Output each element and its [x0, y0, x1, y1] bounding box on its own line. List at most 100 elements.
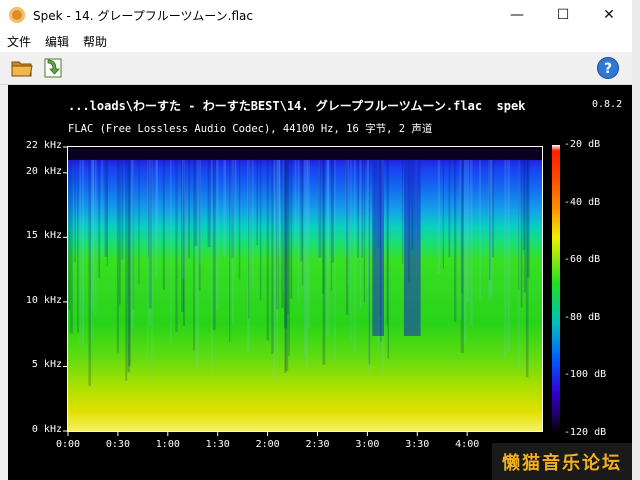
spectrogram-image	[68, 147, 542, 431]
file-path-text: ...loads\わーすた - わーすたBEST\14. グレープフルーツムーン…	[68, 99, 483, 113]
time-tick-label: 1:00	[155, 439, 180, 450]
spectrogram-streak	[155, 159, 158, 279]
svg-text:?: ?	[604, 61, 612, 77]
spectrogram-streak	[401, 159, 403, 264]
spectrogram-streak	[460, 159, 464, 354]
spectrogram-streak	[128, 159, 131, 366]
spectrogram-streak	[271, 159, 274, 354]
color-scale-tick-label: -20 dB	[564, 139, 601, 150]
spectrogram-streak	[68, 159, 71, 311]
spectrogram-streak	[77, 159, 79, 333]
spectrogram-streak	[88, 159, 92, 386]
spectrogram-streak	[276, 159, 278, 384]
spectrogram-streak	[234, 159, 237, 257]
color-scale-tick-label: -120 dB	[564, 427, 607, 438]
spectrogram-streak	[121, 159, 124, 260]
menu-edit[interactable]: 编辑	[38, 33, 76, 50]
spectrogram-streak	[238, 159, 241, 280]
spectrogram-streak	[318, 159, 322, 258]
spectrogram-streak	[259, 159, 262, 301]
spectrogram-streak	[231, 159, 235, 325]
forum-watermark: 懒猫音乐论坛	[492, 443, 632, 480]
spectrogram-streak	[526, 159, 530, 278]
spectrogram-streak	[229, 159, 231, 343]
menu-help[interactable]: 帮助	[76, 33, 114, 50]
time-tick-label: 2:00	[255, 439, 280, 450]
spectrogram-streak	[188, 159, 191, 259]
time-tick-label: 3:00	[355, 439, 380, 450]
color-scale-tick-label: -80 dB	[564, 311, 601, 323]
spectrogram-streak	[125, 159, 128, 381]
help-icon[interactable]: ?	[596, 56, 620, 80]
spectrogram-streak	[442, 159, 444, 269]
spectrogram-streak	[212, 159, 216, 331]
spectrogram-streak	[169, 159, 172, 343]
background-window-edge	[632, 0, 640, 480]
file-path-title: ...loads\わーすた - わーすたBEST\14. グレープフルーツムーン…	[68, 97, 525, 114]
spectrogram-streak	[288, 159, 290, 357]
spectrogram-streak	[69, 159, 73, 334]
spectrogram-streak	[523, 159, 527, 293]
spectrogram-streak	[387, 159, 390, 359]
spectrogram-streak	[504, 159, 507, 358]
spectrogram-streak	[290, 159, 293, 299]
time-tick-label: 3:30	[405, 439, 430, 450]
spectrogram-streak	[216, 159, 219, 311]
spectrogram-streak	[297, 159, 300, 303]
spectrogram-streak	[138, 159, 140, 285]
spectrogram-streak	[210, 159, 213, 374]
spectrogram-streak	[326, 159, 330, 336]
spectrogram-streak	[353, 159, 356, 353]
color-scale-tick-label: -40 dB	[564, 196, 601, 208]
spectrogram-streak	[490, 159, 493, 296]
spectrogram-streak	[307, 159, 310, 328]
spectrogram-streak	[479, 159, 482, 300]
color-scale-tick-label: -100 dB	[564, 369, 607, 381]
frequency-tick-label: 22 kHz	[25, 140, 62, 151]
spectrogram-streak	[106, 159, 109, 266]
spectrogram-streak	[207, 159, 211, 248]
minimize-button[interactable]: —	[494, 0, 540, 30]
spectrogram-streak	[131, 159, 133, 352]
spectrogram-streak	[74, 159, 76, 263]
frequency-tick-label: 20 kHz	[25, 165, 62, 177]
spectrogram-streak	[363, 159, 365, 303]
spectrogram-streak	[470, 159, 473, 327]
spectrogram-streak	[331, 159, 334, 263]
spectrogram-streak	[507, 159, 511, 352]
save-export-icon[interactable]	[42, 56, 66, 80]
spectrogram-streak	[116, 159, 119, 353]
spectrogram-streak	[223, 159, 226, 257]
spectrogram-streak	[118, 159, 121, 305]
time-tick-label: 0:30	[105, 439, 130, 450]
spectrogram-streak	[448, 159, 451, 258]
folder-open-icon[interactable]	[10, 56, 34, 80]
frequency-tick-label: 10 kHz	[25, 294, 62, 306]
frequency-tick-label: 0 kHz	[31, 424, 62, 435]
time-tick-label: 4:00	[455, 439, 480, 450]
spectrogram-streak	[334, 159, 336, 361]
spectrogram-streak	[147, 159, 149, 365]
spectrogram-streak	[101, 159, 103, 259]
audio-info: FLAC (Free Lossless Audio Codec), 44100 …	[68, 123, 433, 135]
spectrogram-streak	[330, 159, 332, 292]
spectrogram-streak	[284, 159, 287, 373]
spectrogram-streak	[361, 159, 363, 258]
spectrogram-streak	[251, 159, 254, 290]
spectrogram-streak	[162, 159, 165, 290]
spectrogram-streak	[194, 159, 198, 247]
color-scale-bar	[552, 145, 560, 433]
window-title: Spek - 14. グレープフルーツムーン.flac	[33, 8, 253, 23]
color-scale-tick-label: -60 dB	[564, 254, 601, 266]
spectrogram-panel: ...loads\わーすた - わーすたBEST\14. グレープフルーツムーン…	[8, 85, 632, 480]
spectrogram-streak	[345, 159, 349, 315]
title-bar[interactable]: Spek - 14. グレープフルーツムーン.flac — ☐ ✕	[0, 0, 632, 30]
spectrogram-streak	[248, 159, 250, 319]
spectrogram-streak	[518, 159, 520, 290]
close-button[interactable]: ✕	[586, 0, 632, 30]
spectrogram-streak	[256, 159, 259, 246]
app-version: 0.8.2	[592, 99, 623, 110]
menu-file[interactable]: 文件	[0, 33, 38, 50]
maximize-button[interactable]: ☐	[540, 0, 586, 30]
spectrogram-streak	[454, 159, 457, 322]
